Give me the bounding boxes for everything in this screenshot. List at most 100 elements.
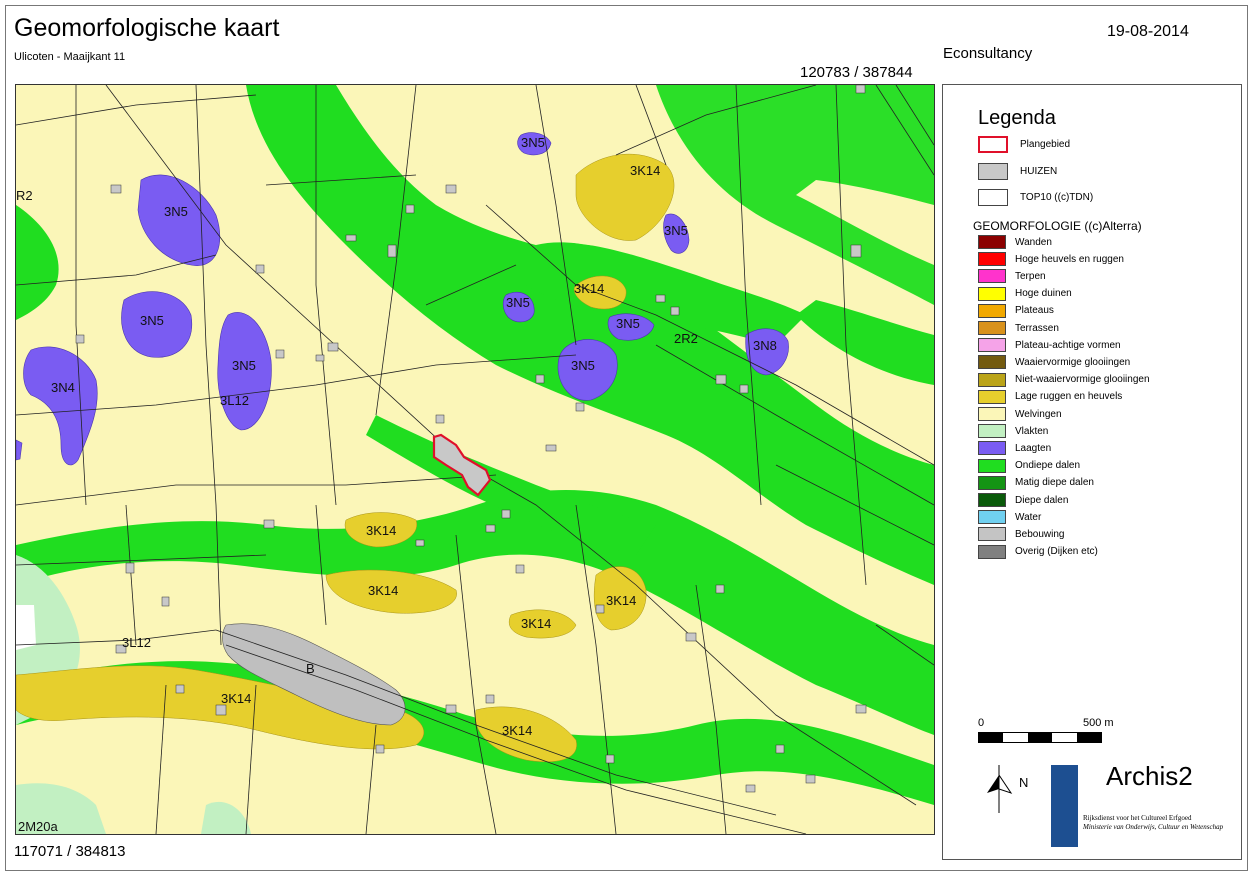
map-label: 3N8 xyxy=(753,338,777,353)
legend-swatch xyxy=(978,389,1006,404)
legend-swatch xyxy=(978,544,1006,559)
scale-start-label: 0 xyxy=(978,717,985,729)
legend-item: Ondiepe dalen xyxy=(978,458,1081,473)
legend-swatch xyxy=(978,303,1006,318)
map-label: 3N5 xyxy=(164,204,188,219)
map-date: 19-08-2014 xyxy=(1107,23,1189,40)
institution-text: Rijksdienst voor het Cultureel Erfgoed M… xyxy=(1083,814,1233,832)
white-area xyxy=(16,605,36,650)
map-label: 3K14 xyxy=(221,691,251,706)
legend-item: Plateau-achtige vormen xyxy=(978,338,1121,353)
legend-swatch xyxy=(978,252,1006,267)
map-label: 3K14 xyxy=(574,281,604,296)
map-label: 3K14 xyxy=(606,593,636,608)
map-label: 3N4 xyxy=(51,380,75,395)
legend-item: Diepe dalen xyxy=(978,493,1068,507)
legend-label: Laagten xyxy=(1015,442,1052,454)
legend-swatch xyxy=(978,510,1006,525)
legend-title: Legenda xyxy=(978,107,1056,129)
legend-label: Diepe dalen xyxy=(1015,494,1069,506)
legend-label: TOP10 ((c)TDN) xyxy=(1020,191,1094,203)
legend-item: Waaiervormige glooiingen xyxy=(978,355,1131,370)
legend-label: Bebouwing xyxy=(1015,528,1065,540)
company-name: Econsultancy xyxy=(943,45,1033,62)
map-svg: 3N5 3K14 3N5 3N5 3K14 3N5 3N5 2R2 3N8 3N… xyxy=(16,85,934,834)
scale-bar xyxy=(978,732,1102,743)
legend-item: Hoge duinen xyxy=(978,286,1072,301)
legend-item: Lage ruggen en heuvels xyxy=(978,389,1122,404)
legend-label: Plateau-achtige vormen xyxy=(1015,339,1121,351)
map-label: 3K14 xyxy=(521,616,551,631)
map-canvas[interactable]: 3N5 3K14 3N5 3N5 3K14 3N5 3N5 2R2 3N8 3N… xyxy=(15,84,935,835)
map-label: 3N5 xyxy=(616,316,640,331)
legend-item: Vlakten xyxy=(978,424,1049,439)
coordinate-bottom-left: 117071 / 384813 xyxy=(14,843,126,860)
legend-swatch xyxy=(978,162,1008,180)
legend-label: Terpen xyxy=(1015,270,1046,282)
legend-item-top10: TOP10 ((c)TDN) xyxy=(978,188,1094,206)
legend-item: Terrassen xyxy=(978,321,1059,335)
map-label: 3L12 xyxy=(220,393,249,408)
map-label: 3N5 xyxy=(140,313,164,328)
legend-label: Ondiepe dalen xyxy=(1015,460,1081,472)
archis-logo-text: Archis2 xyxy=(1106,761,1193,791)
legend-label: Waaiervormige glooiingen xyxy=(1015,356,1131,368)
legend-label: Hoge heuvels en ruggen xyxy=(1015,253,1124,265)
map-label: R2 xyxy=(16,188,33,203)
legend-item: Bebouwing xyxy=(978,527,1065,542)
legend-swatch xyxy=(978,441,1006,456)
legend-swatch xyxy=(978,135,1008,153)
map-label: 3K14 xyxy=(502,723,532,738)
legend-label: Vlakten xyxy=(1015,425,1049,437)
legend-swatch xyxy=(978,527,1006,542)
map-title: Geomorfologische kaart xyxy=(14,14,280,42)
legend-swatch xyxy=(978,493,1006,507)
legend-label: Niet-waaiervormige glooiingen xyxy=(1015,374,1150,386)
map-label: 3K14 xyxy=(366,523,396,538)
legend-item: Water xyxy=(978,510,1042,525)
legend-swatch xyxy=(978,286,1006,301)
legend-swatch xyxy=(978,407,1006,421)
legend-label: HUIZEN xyxy=(1020,165,1058,177)
legend-item: Matig diepe dalen xyxy=(978,475,1094,490)
map-label: B xyxy=(306,661,315,676)
north-label: N xyxy=(1019,775,1029,790)
legend-label: Water xyxy=(1015,511,1042,523)
legend-swatch xyxy=(978,235,1006,249)
legend-section-title: GEOMORFOLOGIE ((c)Alterra) xyxy=(973,219,1142,233)
map-label: 3K14 xyxy=(630,163,660,178)
map-label: 3N5 xyxy=(232,358,256,373)
map-label: 2M20a xyxy=(18,819,59,834)
legend-swatch xyxy=(978,424,1006,439)
legend-label: Hoge duinen xyxy=(1015,288,1072,300)
legend-label: Terrassen xyxy=(1015,322,1059,334)
map-label: 3N5 xyxy=(506,295,530,310)
map-label: 3N5 xyxy=(521,135,545,150)
map-label: 3K14 xyxy=(368,583,398,598)
map-subtitle: Ulicoten - Maaijkant 11 xyxy=(14,51,126,63)
map-label: 3L12 xyxy=(122,635,151,650)
legend-item: Wanden xyxy=(978,235,1052,249)
legend-label: Matig diepe dalen xyxy=(1015,477,1094,489)
map-label: 3N5 xyxy=(571,358,595,373)
map-label: 2R2 xyxy=(674,331,698,346)
coordinate-top-right: 120783 / 387844 xyxy=(800,64,913,81)
legend-swatch xyxy=(978,355,1006,370)
map-label: 3N5 xyxy=(664,223,688,238)
ministry-name: Ministerie van Onderwijs, Cultuur en Wet… xyxy=(1083,823,1224,831)
legend-swatch xyxy=(978,338,1006,353)
legend-label: Plangebied xyxy=(1020,138,1071,150)
legend-item: Laagten xyxy=(978,441,1052,456)
legend-swatch xyxy=(978,269,1006,284)
legend-item-plangebied: Plangebied xyxy=(978,135,1071,153)
institution-name: Rijksdienst voor het Cultureel Erfgoed xyxy=(1083,814,1192,822)
legend-swatch xyxy=(978,458,1006,473)
legend-swatch xyxy=(978,321,1006,335)
legend-item: Terpen xyxy=(978,269,1046,284)
legend-item: Hoge heuvels en ruggen xyxy=(978,252,1124,267)
legend-item: Plateaus xyxy=(978,303,1054,318)
legend-label: Plateaus xyxy=(1015,305,1054,317)
legend-label: Welvingen xyxy=(1015,408,1062,420)
legend-item-huizen: HUIZEN xyxy=(978,162,1058,180)
legend-swatch xyxy=(978,188,1008,206)
